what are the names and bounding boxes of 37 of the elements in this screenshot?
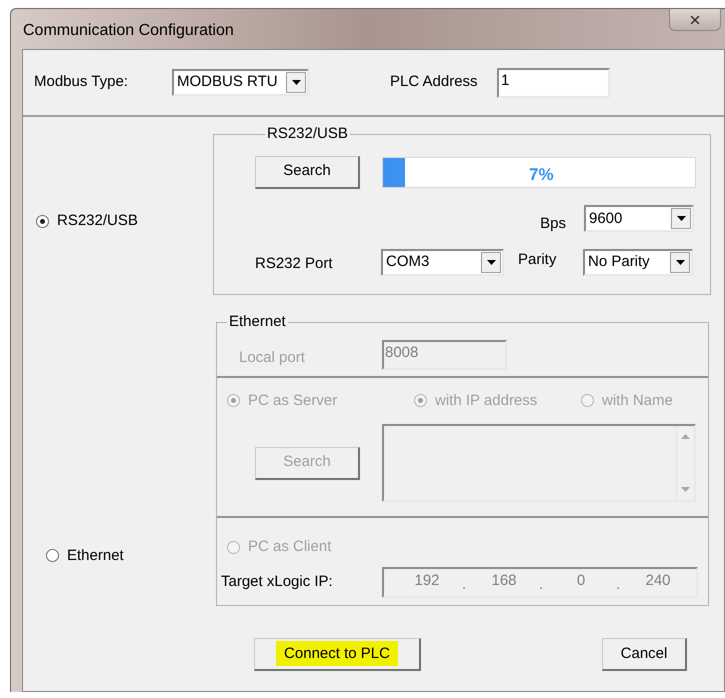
field-label: Bps (540, 214, 566, 234)
radio-button[interactable] (36, 214, 49, 228)
field-label: Parity (518, 250, 558, 270)
ip-octet: 192 (413, 570, 441, 590)
group-title: Ethernet (228, 312, 287, 332)
field-label: RS232 Port (255, 254, 334, 274)
scroll-up-icon (681, 434, 690, 439)
dropdown[interactable]: 9600 (584, 205, 694, 232)
ip-separator: . (462, 574, 466, 594)
scroll-down-icon (681, 487, 690, 492)
radio-label: Ethernet (67, 546, 124, 566)
input-field[interactable]: 1 (497, 68, 610, 98)
radio-label: with IP address (435, 390, 538, 410)
ip-octet: 0 (576, 570, 586, 590)
button[interactable]: Cancel (602, 638, 687, 671)
radio-label: RS232/USB (57, 211, 138, 231)
field-label: Modbus Type: (34, 72, 129, 92)
button[interactable]: Search (255, 156, 360, 188)
ip-octet: 168 (490, 570, 518, 590)
ip-separator: . (616, 574, 620, 594)
progress-reading: 7% (529, 164, 554, 186)
dropdown[interactable]: COM3 (381, 249, 504, 276)
dropdown[interactable]: No Parity (583, 249, 693, 276)
field-label: Target xLogic IP: (221, 572, 334, 592)
group-title: RS232/USB (266, 124, 349, 144)
dropdown[interactable]: MODBUS RTU (172, 69, 309, 96)
radio-label: PC as Client (248, 537, 332, 557)
radio-button[interactable] (46, 549, 59, 562)
window-title: Communication Configuration (23, 21, 234, 41)
radio-label: with Name (602, 390, 673, 410)
radio-label: PC as Server (248, 390, 338, 410)
button[interactable]: Connect to PLC (254, 638, 421, 671)
close-button[interactable] (669, 9, 721, 31)
ip-octet: 240 (644, 570, 672, 590)
ip-separator: . (539, 574, 544, 594)
field-label: Local port (239, 348, 306, 368)
field-label: PLC Address (390, 72, 479, 92)
